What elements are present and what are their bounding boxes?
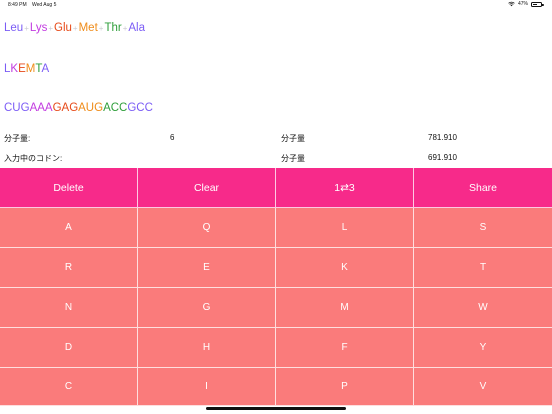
- residue-count-value: 6: [170, 133, 175, 142]
- codon: CUG: [4, 102, 30, 114]
- molecular-weight-label-1: 分子量: [281, 134, 305, 143]
- residue-three-letter: Thr: [104, 22, 122, 34]
- codon: ACC: [103, 102, 128, 114]
- battery-percent: 47%: [517, 1, 528, 7]
- input-codon-label: 入力中のコドン:: [4, 154, 63, 163]
- key-N[interactable]: N: [0, 288, 138, 328]
- battery-fill: [533, 3, 537, 5]
- key-row: D H F Y: [0, 328, 552, 368]
- key-row: N G M W: [0, 288, 552, 328]
- share-button[interactable]: Share: [414, 168, 552, 208]
- key-Q[interactable]: Q: [138, 208, 276, 248]
- home-indicator[interactable]: [206, 407, 346, 410]
- status-bar: 8:49 PM Wed Aug 5 47%: [0, 0, 552, 10]
- sequence-codons: CUGAAAGAGAUGACCGCC: [4, 102, 153, 114]
- key-row: C I P V: [0, 368, 552, 406]
- key-row: A Q L S: [0, 208, 552, 248]
- key-C[interactable]: C: [0, 368, 138, 406]
- codon: GCC: [127, 102, 153, 114]
- key-G[interactable]: G: [138, 288, 276, 328]
- codon: AAA: [29, 102, 53, 114]
- key-R[interactable]: R: [0, 248, 138, 288]
- status-time: 8:49 PM: [8, 2, 27, 8]
- status-date: Wed Aug 5: [32, 2, 57, 8]
- key-Y[interactable]: Y: [414, 328, 552, 368]
- sequence-separator: +: [24, 24, 29, 33]
- key-F[interactable]: F: [276, 328, 414, 368]
- battery-icon: [531, 1, 544, 7]
- status-right: 47%: [508, 1, 544, 7]
- keypad: Delete Clear 1⇄3 Share A Q L S R E K T N…: [0, 168, 552, 406]
- key-S[interactable]: S: [414, 208, 552, 248]
- key-V[interactable]: V: [414, 368, 552, 406]
- action-row: Delete Clear 1⇄3 Share: [0, 168, 552, 208]
- key-W[interactable]: W: [414, 288, 552, 328]
- sequence-separator: +: [72, 24, 78, 33]
- key-T[interactable]: T: [414, 248, 552, 288]
- clear-button[interactable]: Clear: [138, 168, 276, 208]
- residue-one-letter: A: [41, 63, 50, 75]
- key-I[interactable]: I: [138, 368, 276, 406]
- molecular-weight-value-2: 691.910: [428, 153, 457, 162]
- key-D[interactable]: D: [0, 328, 138, 368]
- key-row: R E K T: [0, 248, 552, 288]
- residue-one-letter: K: [10, 63, 19, 75]
- residue-one-letter: M: [25, 63, 36, 75]
- wifi-icon: [508, 1, 515, 7]
- residue-three-letter: Lys: [29, 22, 48, 34]
- residue-count-label: 分子量:: [4, 134, 31, 143]
- codon: AUG: [78, 102, 104, 114]
- sequence-separator: +: [48, 24, 54, 33]
- key-K[interactable]: K: [276, 248, 414, 288]
- residue-three-letter: Leu: [4, 22, 24, 34]
- residue-three-letter: Met: [78, 22, 98, 34]
- key-H[interactable]: H: [138, 328, 276, 368]
- codon: GAG: [52, 102, 79, 114]
- key-E[interactable]: E: [138, 248, 276, 288]
- delete-button[interactable]: Delete: [0, 168, 138, 208]
- molecular-weight-label-2: 分子量: [281, 154, 305, 163]
- sequence-three-letter: Leu+Lys+Glu+Met+Thr+Ala: [4, 22, 145, 34]
- key-A[interactable]: A: [0, 208, 138, 248]
- residue-three-letter: Ala: [128, 22, 145, 34]
- molecular-weight-value-1: 781.910: [428, 133, 457, 142]
- residue-three-letter: Glu: [54, 22, 72, 34]
- residue-one-letter: E: [18, 63, 26, 75]
- key-P[interactable]: P: [276, 368, 414, 406]
- toggle-1-3-button[interactable]: 1⇄3: [276, 168, 414, 208]
- key-L[interactable]: L: [276, 208, 414, 248]
- app-window: 8:49 PM Wed Aug 5 47% Leu+Lys+Glu+Met+Th…: [0, 0, 552, 414]
- key-M[interactable]: M: [276, 288, 414, 328]
- sequence-one-letter: LKEMTA: [4, 63, 49, 75]
